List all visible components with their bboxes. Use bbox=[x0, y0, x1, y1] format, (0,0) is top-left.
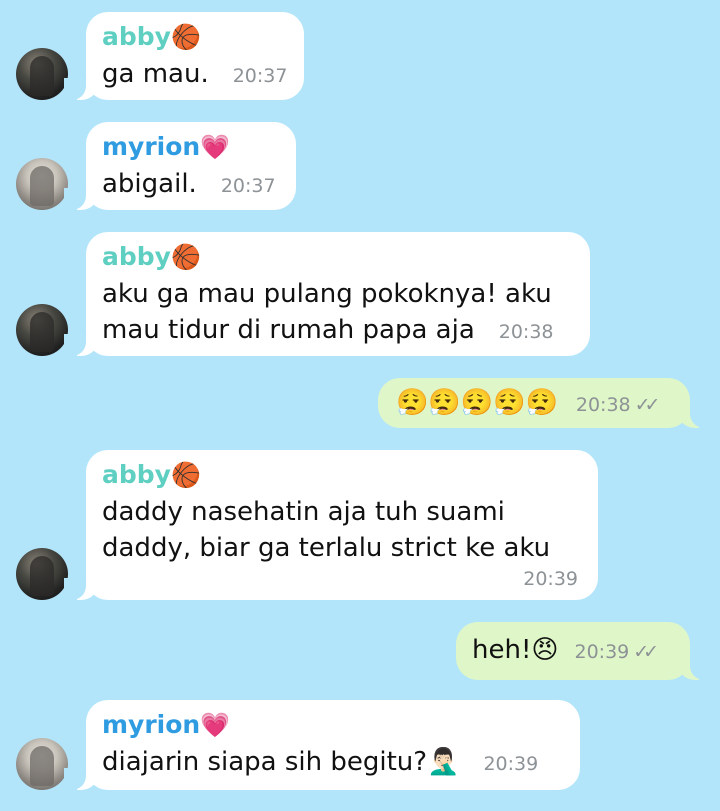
double-check-icon: ✓✓ bbox=[634, 394, 661, 416]
message-text-line: daddy nasehatin aja tuh suami bbox=[102, 497, 505, 527]
avatar-abby[interactable] bbox=[16, 548, 68, 600]
message-bubble[interactable]: abby🏀 daddy nasehatin aja tuh suami dadd… bbox=[64, 450, 598, 600]
avatar-myrion[interactable] bbox=[16, 738, 68, 790]
sender-name[interactable]: myrion💗 bbox=[102, 710, 562, 740]
message-time: 20:38 bbox=[575, 394, 631, 416]
message-time: 20:39 bbox=[574, 641, 630, 663]
heart-icon: 💗 bbox=[200, 711, 231, 739]
basketball-icon: 🏀 bbox=[170, 461, 201, 489]
outgoing-message-bubble[interactable]: 😮‍💨😮‍💨😮‍💨😮‍💨😮‍💨 20:38 ✓✓ bbox=[378, 378, 712, 428]
message-bubble[interactable]: abby🏀 ga mau. 20:37 bbox=[64, 12, 304, 100]
message-text: ga mau. 20:37 bbox=[102, 59, 288, 89]
message-bubble[interactable]: abby🏀 aku ga mau pulang pokoknya! aku ma… bbox=[64, 232, 590, 356]
sender-name[interactable]: myrion💗 bbox=[102, 132, 278, 162]
avatar-abby[interactable] bbox=[16, 48, 68, 100]
exhale-emoji: 😮‍💨😮‍💨😮‍💨😮‍💨😮‍💨 bbox=[396, 388, 558, 418]
sender-name[interactable]: abby🏀 bbox=[102, 22, 286, 52]
message-time: 20:37 bbox=[232, 65, 288, 87]
message-time: 20:37 bbox=[220, 175, 276, 197]
message-text: abigail. 20:37 bbox=[102, 169, 276, 199]
basketball-icon: 🏀 bbox=[170, 23, 201, 51]
message-text: mau tidur di rumah papa aja 20:38 bbox=[102, 315, 554, 345]
basketball-icon: 🏀 bbox=[170, 243, 201, 271]
outgoing-message-bubble[interactable]: heh!😠 20:39 ✓✓ bbox=[456, 622, 712, 680]
message-text-line: daddy, biar ga terlalu strict ke aku bbox=[102, 533, 551, 563]
avatar-abby[interactable] bbox=[16, 304, 68, 356]
heart-icon: 💗 bbox=[200, 133, 231, 161]
message-time: 20:39 bbox=[523, 568, 578, 590]
sender-name[interactable]: abby🏀 bbox=[102, 242, 572, 272]
message-text: diajarin siapa sih begitu?🤦🏻‍♂️ 20:39 bbox=[102, 747, 539, 777]
message-bubble[interactable]: myrion💗 abigail. 20:37 bbox=[64, 122, 296, 210]
avatar-myrion[interactable] bbox=[16, 158, 68, 210]
double-check-icon: ✓✓ bbox=[633, 641, 659, 663]
message-time: 20:38 bbox=[498, 321, 554, 343]
message-text: heh!😠 20:39 ✓✓ bbox=[472, 635, 659, 665]
sender-name[interactable]: abby🏀 bbox=[102, 460, 580, 490]
message-bubble[interactable]: myrion💗 diajarin siapa sih begitu?🤦🏻‍♂️ 2… bbox=[64, 700, 580, 790]
message-text-line: aku ga mau pulang pokoknya! aku bbox=[102, 279, 552, 309]
message-time: 20:39 bbox=[483, 753, 539, 775]
message-text: 😮‍💨😮‍💨😮‍💨😮‍💨😮‍💨 20:38 ✓✓ bbox=[396, 384, 672, 424]
